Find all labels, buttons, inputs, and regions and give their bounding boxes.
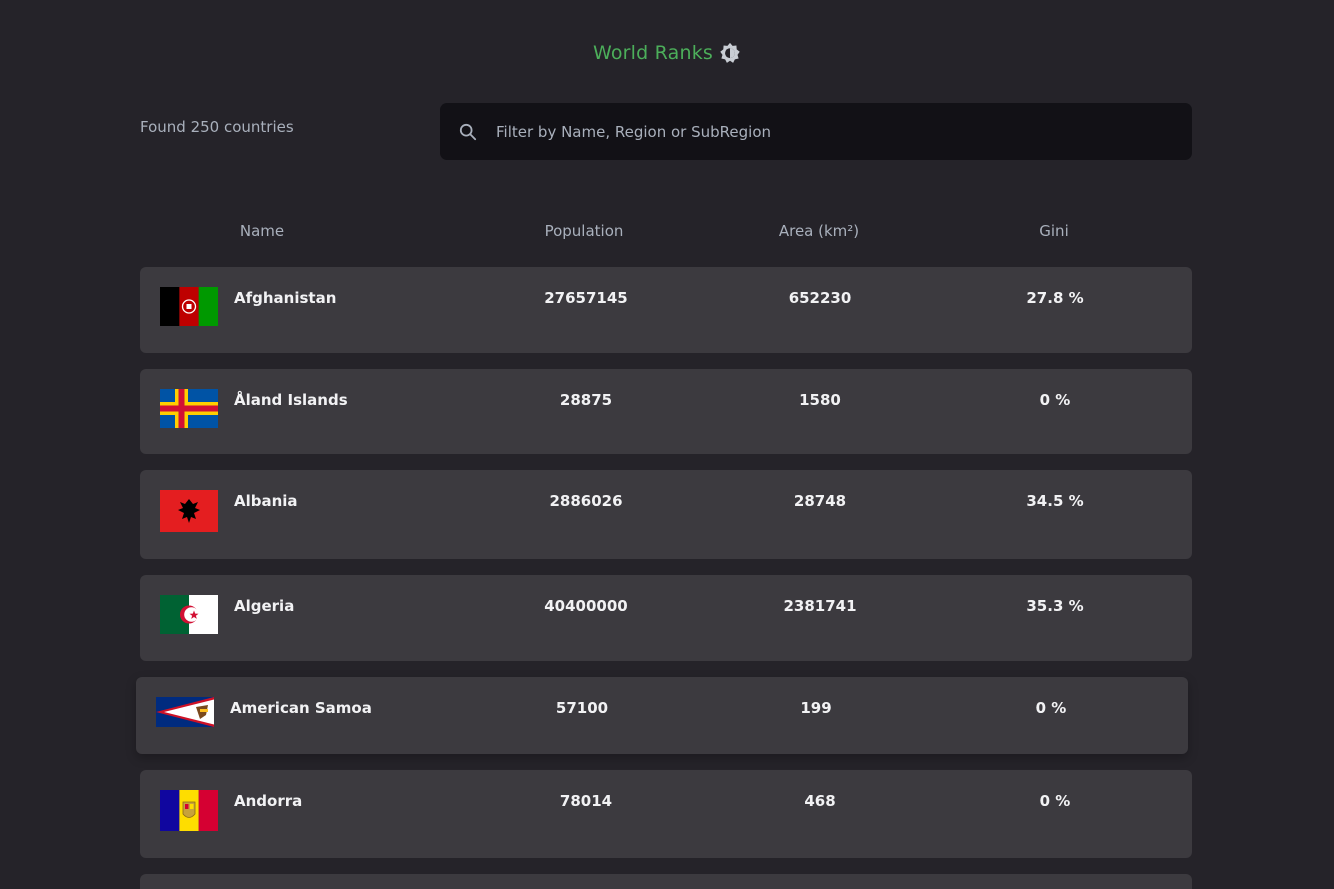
table-row[interactable] [140, 874, 1192, 889]
theme-toggle-icon[interactable] [719, 42, 741, 64]
country-name: Åland Islands [234, 391, 348, 409]
column-header-area[interactable]: Area (km²) [779, 222, 859, 240]
andorra-flag-icon [160, 790, 218, 831]
country-name: American Samoa [230, 699, 372, 717]
table-row[interactable]: Algeria 40400000 2381741 35.3 % [140, 575, 1192, 661]
country-name: Afghanistan [234, 289, 337, 307]
table-row[interactable]: Afghanistan 27657145 652230 27.8 % [140, 267, 1192, 353]
country-area: 2381741 [783, 597, 857, 615]
country-population: 57100 [555, 699, 609, 717]
search-icon [458, 122, 478, 142]
aland-islands-flag-icon [160, 389, 218, 428]
country-gini: 0 % [1035, 699, 1067, 717]
country-gini: 0 % [1039, 391, 1071, 409]
results-count: Found 250 countries [140, 118, 294, 136]
column-header-population[interactable]: Population [545, 222, 624, 240]
country-area: 468 [804, 792, 836, 810]
search-bar[interactable] [440, 103, 1192, 160]
table-row[interactable]: Åland Islands 28875 1580 0 % [140, 369, 1192, 454]
country-gini: 0 % [1039, 792, 1071, 810]
country-gini: 27.8 % [1026, 289, 1084, 307]
app: World Ranks Found 250 countries Name Pop… [0, 0, 1334, 889]
table-row[interactable]: Albania 2886026 28748 34.5 % [140, 470, 1192, 559]
american-samoa-flag-icon [156, 697, 214, 727]
country-area: 28748 [793, 492, 847, 510]
search-input[interactable] [496, 103, 1192, 160]
app-header: World Ranks [0, 42, 1334, 64]
table-header: Name Population Area (km²) Gini [140, 222, 1192, 246]
country-area: 199 [800, 699, 832, 717]
country-name: Andorra [234, 792, 303, 810]
country-population: 28875 [559, 391, 613, 409]
column-header-gini[interactable]: Gini [1039, 222, 1068, 240]
country-population: 40400000 [544, 597, 628, 615]
algeria-flag-icon [160, 595, 218, 634]
country-gini: 35.3 % [1026, 597, 1084, 615]
table-row[interactable]: American Samoa 57100 199 0 % [136, 677, 1188, 754]
albania-flag-icon [160, 490, 218, 532]
country-population: 27657145 [544, 289, 628, 307]
country-area: 1580 [799, 391, 841, 409]
country-name: Algeria [234, 597, 295, 615]
country-population: 78014 [559, 792, 613, 810]
table-row[interactable]: Andorra 78014 468 0 % [140, 770, 1192, 858]
country-population: 2886026 [549, 492, 623, 510]
country-area: 652230 [788, 289, 852, 307]
country-name: Albania [234, 492, 298, 510]
country-gini: 34.5 % [1026, 492, 1084, 510]
column-header-name[interactable]: Name [240, 222, 284, 240]
afghanistan-flag-icon [160, 287, 218, 326]
app-title: World Ranks [592, 42, 714, 64]
